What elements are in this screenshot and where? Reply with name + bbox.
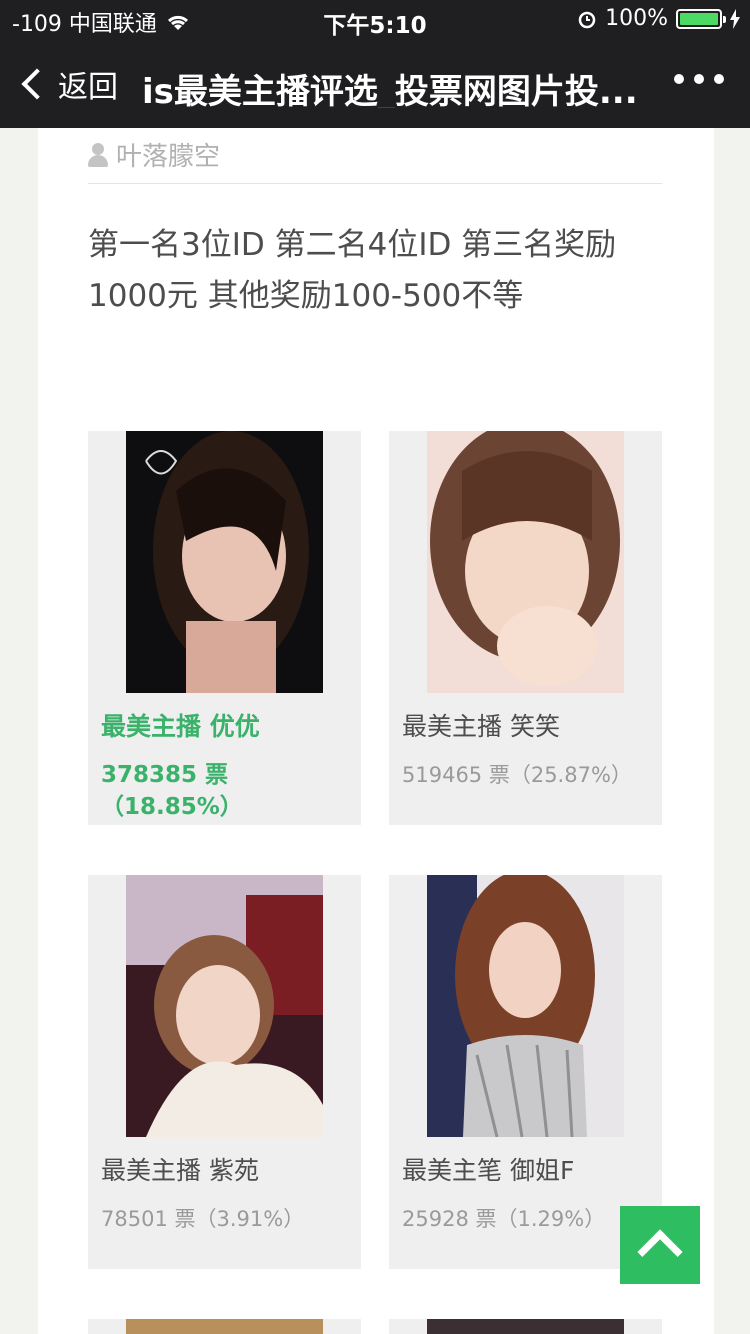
back-label: 返回 bbox=[58, 70, 118, 105]
battery-icon bbox=[676, 8, 726, 29]
scroll-to-top-button[interactable] bbox=[620, 1206, 700, 1284]
candidate-photo bbox=[126, 875, 323, 1137]
candidate-tile-partial[interactable] bbox=[389, 1319, 662, 1334]
candidate-name: 最美主播 笑笑 bbox=[402, 712, 560, 741]
chevron-up-icon bbox=[637, 1229, 683, 1275]
chevron-left-icon bbox=[21, 68, 53, 100]
more-dot-icon bbox=[674, 74, 684, 84]
candidate-tile[interactable]: 最美主播 笑笑 519465 票（25.87%） bbox=[389, 431, 662, 825]
more-dot-icon bbox=[694, 74, 704, 84]
candidate-tile-partial[interactable] bbox=[88, 1319, 361, 1334]
candidate-name: 最美主播 紫苑 bbox=[101, 1156, 259, 1185]
author: 叶落朦空 bbox=[88, 136, 220, 173]
candidate-tile[interactable]: 最美主播 优优 378385 票（18.85%） bbox=[88, 431, 361, 825]
more-dot-icon bbox=[714, 74, 724, 84]
candidate-votes: 25928 票（1.29%） bbox=[402, 1207, 606, 1231]
alarm-icon bbox=[578, 11, 596, 28]
candidate-photo bbox=[427, 431, 624, 693]
candidate-tile[interactable]: 最美主播 紫苑 78501 票（3.91%） bbox=[88, 875, 361, 1269]
candidate-photo bbox=[126, 1319, 323, 1334]
more-menu-button[interactable] bbox=[674, 74, 724, 84]
candidate-name: 最美主笔 御姐F bbox=[402, 1156, 575, 1185]
candidate-photo bbox=[427, 875, 624, 1137]
status-bar: -109 中国联通 下午5:10 100% bbox=[0, 0, 750, 40]
candidate-votes: 78501 票（3.91%） bbox=[101, 1207, 305, 1231]
top-bar: -109 中国联通 下午5:10 100% 返回 is最美主播评选_投票网图片投… bbox=[0, 0, 750, 128]
nav-bar: 返回 is最美主播评选_投票网图片投... bbox=[0, 40, 750, 128]
candidate-photo bbox=[126, 431, 323, 693]
charging-icon bbox=[730, 8, 740, 29]
back-button[interactable]: 返回 bbox=[18, 64, 118, 105]
page-title: is最美主播评选_投票网图片投... bbox=[142, 72, 638, 108]
status-right: 100% bbox=[577, 6, 740, 31]
candidate-votes: 519465 票（25.87%） bbox=[402, 763, 632, 787]
vote-description: 第一名3位ID 第二名4位ID 第三名奖励1000元 其他奖励100-500不等 bbox=[88, 227, 617, 314]
author-name: 叶落朦空 bbox=[116, 142, 221, 172]
content-card: 叶落朦空 第一名3位ID 第二名4位ID 第三名奖励1000元 其他奖励100-… bbox=[38, 128, 714, 1334]
candidate-name: 最美主播 优优 bbox=[101, 712, 260, 741]
user-icon bbox=[88, 142, 108, 167]
battery-percent: 100% bbox=[605, 6, 668, 31]
divider bbox=[88, 183, 662, 184]
candidate-votes: 378385 票（18.85%） bbox=[101, 762, 243, 820]
candidate-photo bbox=[427, 1319, 624, 1334]
